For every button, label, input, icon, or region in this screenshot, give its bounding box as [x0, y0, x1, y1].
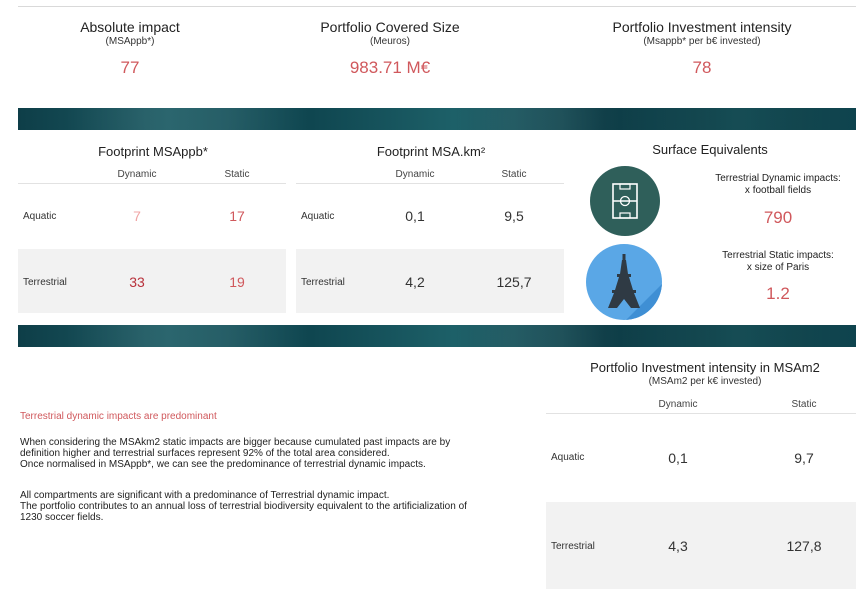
row-label-terrestrial: Terrestrial [551, 541, 595, 552]
eq-static-line2: x size of Paris [746, 262, 810, 273]
text-line: Once normalised in MSAppb*, we can see t… [20, 459, 426, 470]
text-line: When considering the MSAkm2 static impac… [20, 437, 451, 448]
row-label-terrestrial: Terrestrial [23, 277, 67, 288]
col-header-static: Static [791, 399, 817, 410]
decorative-band-bottom [18, 325, 856, 347]
eq-dynamic-value: 790 [763, 208, 793, 227]
kpi-title: Portfolio Investment intensity [612, 19, 792, 35]
kpi-investment-intensity: Portfolio Investment intensity (Msappb* … [592, 19, 812, 78]
value-terrestrial-static: 125,7 [496, 274, 532, 290]
commentary-paragraph-2: All compartments are significant with a … [20, 490, 540, 523]
value-terrestrial-static: 127,8 [786, 538, 822, 554]
divider [546, 413, 856, 414]
text-line: definition higher and terrestrial surfac… [20, 448, 390, 459]
commentary-title: Terrestrial dynamic impacts are predomin… [20, 411, 217, 422]
value-aquatic-dynamic: 0,1 [668, 450, 688, 466]
row-label-aquatic: Aquatic [301, 211, 335, 222]
eq-static-line1: Terrestrial Static impacts: [722, 250, 834, 261]
kpi-value: 983.71 M€ [349, 58, 431, 77]
row-label-terrestrial: Terrestrial [301, 277, 345, 288]
value-aquatic-static: 9,5 [504, 208, 524, 224]
footprint-km2-title: Footprint MSA.km² [376, 144, 486, 159]
value-terrestrial-dynamic: 33 [129, 274, 145, 290]
eiffel-tower-graphic [608, 254, 662, 320]
value-aquatic-static: 9,7 [794, 450, 814, 466]
eq-dynamic-line1: Terrestrial Dynamic impacts: [715, 173, 841, 184]
kpi-value: 77 [120, 58, 140, 77]
kpi-subtitle: (Msappb* per b€ invested) [643, 36, 761, 47]
value-terrestrial-dynamic: 4,3 [668, 538, 688, 554]
eiffel-tower-icon [586, 244, 662, 320]
value-terrestrial-static: 19 [229, 274, 245, 290]
top-divider [18, 6, 856, 7]
text-line: All compartments are significant with a … [20, 490, 390, 501]
football-field-graphic [612, 183, 638, 219]
col-header-static: Static [501, 169, 527, 180]
footprint-msappb-title: Footprint MSAppb* [98, 144, 208, 159]
kpi-subtitle: (Meuros) [369, 36, 410, 47]
value-terrestrial-dynamic: 4,2 [405, 274, 425, 290]
value-aquatic-static: 17 [229, 208, 245, 224]
kpi-title: Absolute impact [80, 19, 180, 35]
eq-static-value: 1.2 [766, 284, 790, 303]
football-field-icon [590, 166, 660, 236]
kpi-title: Portfolio Covered Size [320, 19, 460, 35]
commentary-paragraph-1: When considering the MSAkm2 static impac… [20, 437, 540, 470]
row-label-aquatic: Aquatic [551, 452, 585, 463]
eq-dynamic-line2: x football fields [744, 185, 812, 196]
divider [296, 183, 564, 184]
surface-equivalents-title: Surface Equivalents [652, 142, 768, 157]
value-aquatic-dynamic: 0,1 [405, 208, 425, 224]
kpi-portfolio-covered-size: Portfolio Covered Size (Meuros) 983.71 M… [300, 19, 480, 78]
col-header-dynamic: Dynamic [395, 169, 435, 180]
kpi-value: 78 [692, 58, 712, 77]
text-line: 1230 soccer fields. [20, 512, 104, 523]
kpi-subtitle: (MSAppb*) [105, 36, 155, 47]
kpi-absolute-impact: Absolute impact (MSAppb*) 77 [60, 19, 200, 78]
row-label-aquatic: Aquatic [23, 211, 57, 222]
col-header-dynamic: Dynamic [658, 399, 698, 410]
col-header-static: Static [224, 169, 250, 180]
text-line: The portfolio contributes to an annual l… [20, 501, 467, 512]
intensity-msam2-title: Portfolio Investment intensity in MSAm2 [590, 360, 820, 375]
decorative-band-top [18, 108, 856, 130]
col-header-dynamic: Dynamic [117, 169, 157, 180]
intensity-msam2-subtitle: (MSAm2 per k€ invested) [648, 376, 762, 387]
divider [18, 183, 286, 184]
value-aquatic-dynamic: 7 [133, 208, 141, 224]
